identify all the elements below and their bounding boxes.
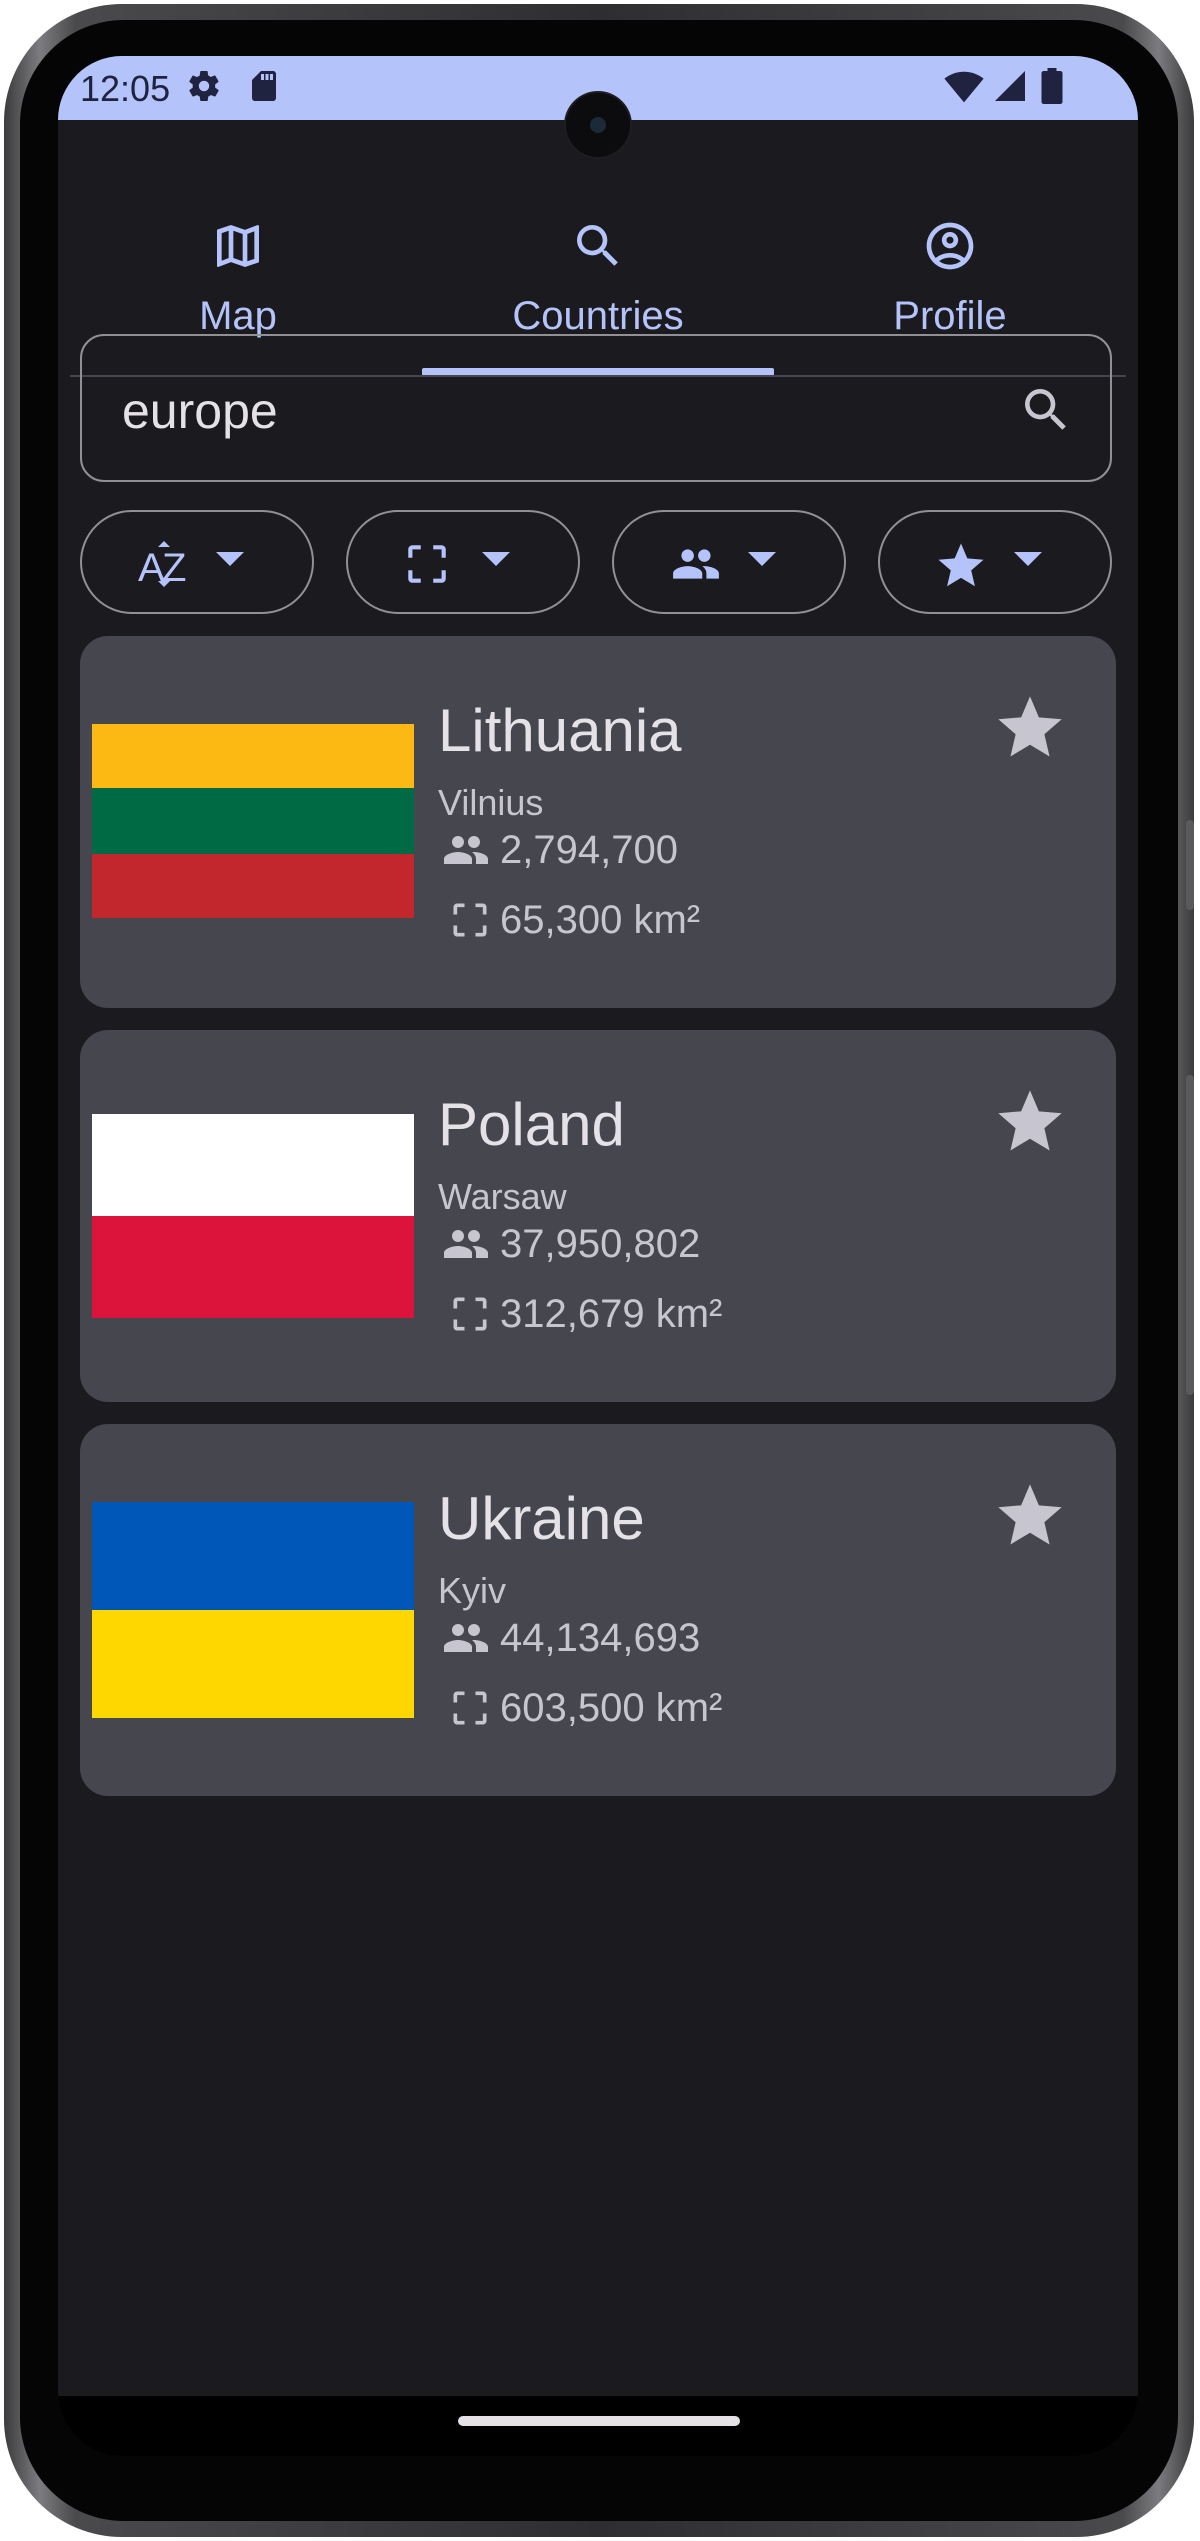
country-card-ukraine[interactable]: Ukraine Kyiv 44,134,693 603,500 km²	[80, 1424, 1116, 1796]
search-input[interactable]: europe	[80, 334, 1112, 482]
sort-filter-chip[interactable]: AZ	[80, 510, 314, 614]
sort-az-icon: AZ	[136, 539, 192, 594]
star-icon	[934, 539, 988, 598]
country-card-poland[interactable]: Poland Warsaw 37,950,802 312,679 km²	[80, 1030, 1116, 1402]
battery-icon	[1040, 68, 1064, 109]
tab-profile-label: Profile	[893, 294, 1007, 338]
status-time: 12:05	[80, 68, 171, 109]
search-icon	[570, 218, 626, 279]
app-screen: 12:05 Map Countries Profile europe A Z L…	[58, 56, 1138, 2456]
account-circle-icon	[922, 218, 978, 279]
country-capital: Warsaw	[438, 1176, 567, 1217]
area-icon	[448, 898, 492, 947]
favorite-star-icon[interactable]	[992, 1478, 1068, 1559]
map-icon	[210, 218, 266, 279]
flag-ukraine	[92, 1502, 414, 1718]
gear-icon	[186, 68, 222, 109]
country-area: 603,500 km²	[500, 1686, 723, 1730]
tab-map-label: Map	[199, 294, 277, 338]
country-card-lithuania[interactable]: Lithuania Vilnius 2,794,700 65,300 km²	[80, 636, 1116, 1008]
favorite-filter-chip[interactable]	[878, 510, 1112, 614]
country-area: 65,300 km²	[500, 898, 701, 942]
area-icon	[402, 539, 452, 594]
power-button	[1186, 820, 1194, 910]
population-icon	[438, 1614, 494, 1667]
population-icon	[438, 826, 494, 879]
population-icon	[668, 539, 724, 594]
country-population: 37,950,802	[500, 1222, 701, 1266]
country-capital: Kyiv	[438, 1570, 507, 1611]
home-indicator[interactable]	[458, 2416, 740, 2426]
signal-icon	[992, 68, 1028, 109]
country-population: 2,794,700	[500, 828, 678, 872]
country-capital: Vilnius	[438, 782, 544, 823]
flag-poland	[92, 1114, 414, 1318]
chevron-down-icon	[748, 552, 776, 575]
favorite-star-icon[interactable]	[992, 690, 1068, 771]
sd-card-icon	[246, 68, 282, 109]
population-filter-chip[interactable]	[612, 510, 846, 614]
search-input-value: europe	[122, 383, 278, 439]
chevron-down-icon	[216, 552, 244, 575]
search-icon[interactable]	[1018, 382, 1074, 443]
tab-countries-label: Countries	[512, 294, 684, 338]
area-icon	[448, 1292, 492, 1341]
country-population: 44,134,693	[500, 1616, 701, 1660]
volume-button	[1186, 1075, 1194, 1395]
country-area: 312,679 km²	[500, 1292, 723, 1336]
country-name: Ukraine	[438, 1485, 645, 1552]
area-icon	[448, 1686, 492, 1735]
wifi-icon	[944, 68, 984, 109]
population-icon	[438, 1220, 494, 1273]
favorite-star-icon[interactable]	[992, 1084, 1068, 1165]
chevron-down-icon	[482, 552, 510, 575]
chevron-down-icon	[1014, 552, 1042, 575]
flag-lithuania	[92, 724, 414, 918]
country-name: Lithuania	[438, 697, 682, 764]
area-filter-chip[interactable]	[346, 510, 580, 614]
country-name: Poland	[438, 1091, 625, 1158]
system-navigation-bar	[58, 2396, 1138, 2456]
